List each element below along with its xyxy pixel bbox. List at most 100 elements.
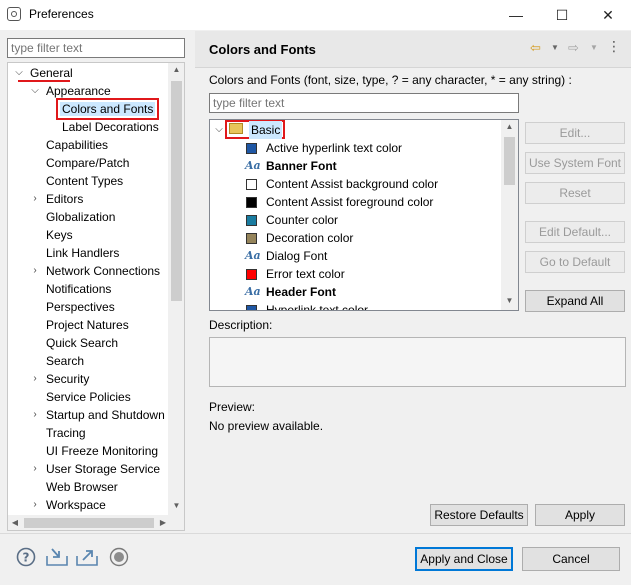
description-label: Description:: [209, 318, 273, 332]
tree-item-label: Link Handlers: [46, 246, 120, 260]
tree-item-label: Keys: [46, 228, 73, 242]
tree-item-label: Workspace: [46, 498, 106, 512]
forward-arrow-icon[interactable]: ⇨: [568, 40, 579, 56]
tree-item-capabilities[interactable]: Capabilities: [44, 136, 110, 154]
edit-default-button[interactable]: Edit Default...: [525, 221, 625, 243]
colors-fonts-tree[interactable]: ⌵ Basic Active hyperlink text color Aa Ban…: [209, 119, 519, 311]
tree-item-quick-search[interactable]: Quick Search: [44, 334, 120, 352]
left-filter-input[interactable]: [8, 39, 184, 57]
tree-item-link-handlers[interactable]: Link Handlers: [44, 244, 121, 262]
tree-item-security[interactable]: Security: [44, 370, 91, 388]
tree-item-project-natures[interactable]: Project Natures: [44, 316, 131, 334]
tree-item-web-browser[interactable]: Web Browser: [44, 478, 120, 496]
view-menu-icon[interactable]: ⋮: [607, 38, 621, 55]
tree-item-network-connections[interactable]: Network Connections: [44, 262, 162, 280]
chevron-right-icon[interactable]: ›: [30, 190, 40, 208]
close-button[interactable]: ✕: [585, 0, 631, 30]
back-arrow-icon[interactable]: ⇦: [530, 40, 541, 56]
scroll-right-arrow-icon[interactable]: ▶: [156, 518, 170, 527]
apply-button[interactable]: Apply: [535, 504, 625, 526]
go-to-default-button[interactable]: Go to Default: [525, 251, 625, 273]
scroll-up-arrow-icon[interactable]: ▲: [168, 65, 184, 74]
chevron-right-icon[interactable]: ›: [30, 496, 40, 514]
tree-horizontal-scrollbar[interactable]: ◀ ▶: [8, 515, 184, 530]
tree-item-label-decorations[interactable]: Label Decorations: [60, 118, 161, 136]
tree-item-label: Label Decorations: [62, 120, 159, 134]
tree-item-notifications[interactable]: Notifications: [44, 280, 113, 298]
minimize-button[interactable]: —: [493, 0, 539, 30]
tree-item-label: Project Natures: [46, 318, 129, 332]
tree-item-compare-patch[interactable]: Compare/Patch: [44, 154, 131, 172]
tree-vertical-scrollbar[interactable]: ▲ ▼: [168, 63, 184, 515]
tree-item-label: Globalization: [46, 210, 116, 224]
folder-icon: [229, 123, 243, 134]
tree-item-editors[interactable]: Editors: [44, 190, 85, 208]
tree-item-startup-and-shutdown[interactable]: Startup and Shutdown: [44, 406, 167, 424]
tree-item-tracing[interactable]: Tracing: [44, 424, 88, 442]
tree-item-perspectives[interactable]: Perspectives: [44, 298, 117, 316]
tree-item-globalization[interactable]: Globalization: [44, 208, 117, 226]
scroll-down-arrow-icon[interactable]: ▼: [168, 501, 184, 510]
chevron-down-icon[interactable]: ⌵: [30, 82, 40, 100]
tree-item-service-policies[interactable]: Service Policies: [44, 388, 133, 406]
chevron-right-icon[interactable]: ›: [30, 406, 40, 424]
chevron-right-icon[interactable]: ›: [30, 262, 40, 280]
tree-item-label: Search: [46, 354, 85, 368]
tree-item-ui-freeze-monitoring[interactable]: UI Freeze Monitoring: [44, 442, 160, 460]
font-icon: Aa: [245, 249, 261, 262]
basic-category-label[interactable]: Basic: [249, 121, 283, 139]
right-filter-input[interactable]: [210, 94, 518, 112]
color-swatch-icon: [246, 143, 257, 154]
font-icon: Aa: [245, 159, 261, 172]
forward-menu-chevron-icon[interactable]: ▼: [590, 43, 598, 52]
preferences-tree[interactable]: General ⌵ Appearance ⌵ Colors and Fonts Label…: [7, 62, 185, 531]
restore-defaults-button[interactable]: Restore Defaults: [430, 504, 528, 526]
tree-hscroll-thumb[interactable]: [24, 518, 154, 528]
edit-button[interactable]: Edit...: [525, 122, 625, 144]
color-font-item-label: Counter color: [266, 213, 339, 227]
bottom-separator: [0, 533, 631, 534]
expand-all-button[interactable]: Expand All: [525, 290, 625, 312]
tree-item-label: UI Freeze Monitoring: [46, 444, 159, 458]
back-menu-chevron-icon[interactable]: ▼: [551, 43, 559, 52]
preview-text: No preview available.: [209, 419, 324, 433]
color-font-item-label: Banner Font: [266, 159, 337, 173]
use-system-font-button[interactable]: Use System Font: [525, 152, 625, 174]
tree-item-search[interactable]: Search: [44, 352, 86, 370]
preview-label: Preview:: [209, 400, 256, 414]
colors-scroll-thumb[interactable]: [504, 137, 515, 185]
tree-item-label: Capabilities: [46, 138, 109, 152]
color-font-item-label: Decoration color: [266, 231, 354, 245]
chevron-down-icon[interactable]: ⌵: [214, 121, 224, 139]
color-swatch-icon: [246, 269, 257, 280]
chevron-right-icon[interactable]: ›: [30, 370, 40, 388]
chevron-right-icon[interactable]: ›: [30, 460, 40, 478]
font-icon: Aa: [245, 285, 261, 298]
color-swatch-icon: [246, 233, 257, 244]
import-icon[interactable]: [45, 547, 69, 567]
oomph-record-icon[interactable]: [109, 547, 129, 567]
right-filter-field[interactable]: [209, 93, 519, 113]
tree-item-content-types[interactable]: Content Types: [44, 172, 125, 190]
tree-item-label: Content Types: [46, 174, 124, 188]
tree-item-user-storage-service[interactable]: User Storage Service: [44, 460, 162, 478]
export-icon[interactable]: [75, 547, 99, 567]
scroll-down-arrow-icon[interactable]: ▼: [501, 296, 518, 305]
maximize-button[interactable]: ☐: [539, 0, 585, 30]
colors-fonts-description: Colors and Fonts (font, size, type, ? = …: [209, 73, 572, 87]
cancel-button[interactable]: Cancel: [522, 547, 620, 571]
left-filter-field[interactable]: [7, 38, 185, 58]
apply-and-close-button[interactable]: Apply and Close: [415, 547, 513, 571]
tree-item-workspace[interactable]: Workspace: [44, 496, 108, 514]
help-icon[interactable]: ?: [16, 547, 36, 567]
tree-item-keys[interactable]: Keys: [44, 226, 75, 244]
page-title: Colors and Fonts: [209, 42, 316, 57]
reset-button[interactable]: Reset: [525, 182, 625, 204]
scroll-left-arrow-icon[interactable]: ◀: [8, 518, 22, 527]
tree-item-label: Quick Search: [46, 336, 119, 350]
tree-item-label: User Storage Service: [46, 462, 161, 476]
tree-scroll-thumb[interactable]: [171, 81, 182, 301]
color-swatch-icon: [246, 215, 257, 226]
scroll-up-arrow-icon[interactable]: ▲: [501, 122, 518, 131]
colors-vertical-scrollbar[interactable]: ▲ ▼: [501, 120, 518, 310]
